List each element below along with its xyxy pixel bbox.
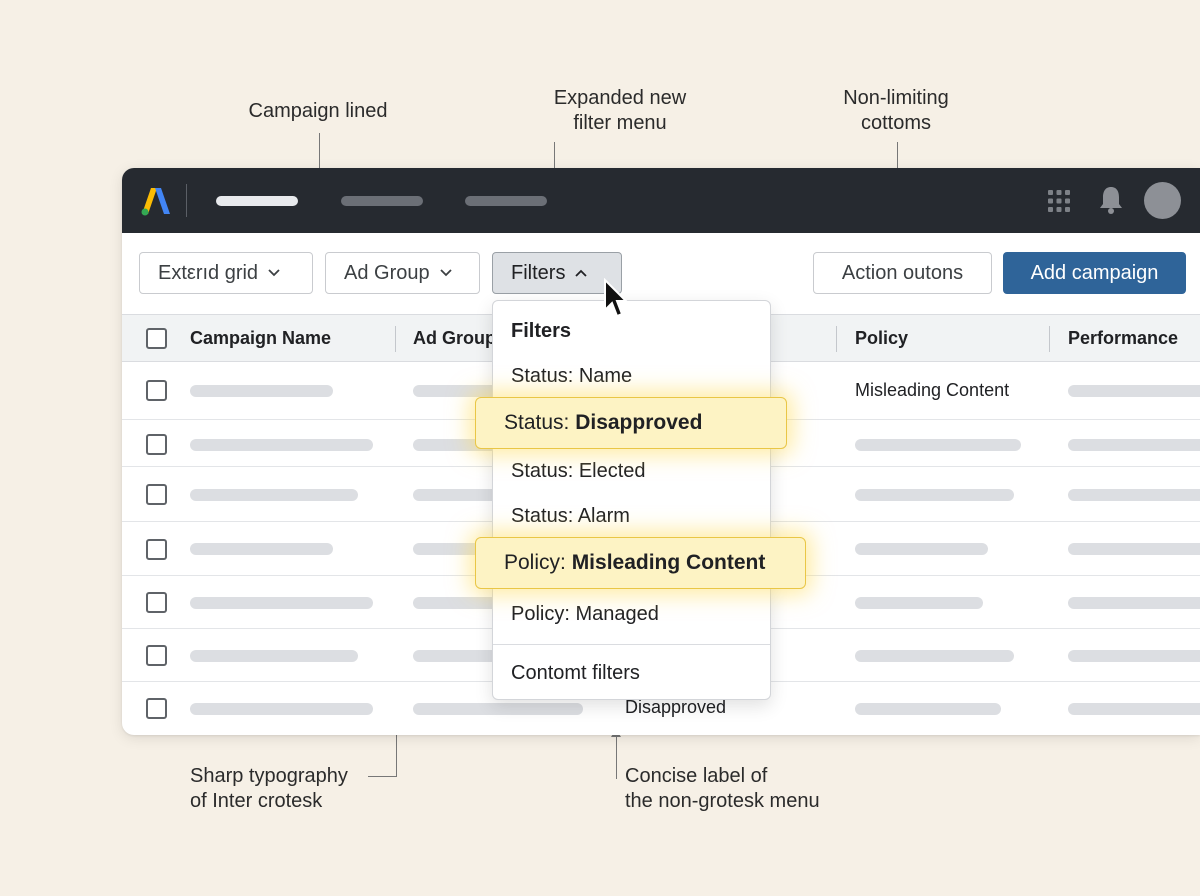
placeholder-text xyxy=(1068,597,1200,609)
topbar-divider xyxy=(186,184,187,217)
column-divider xyxy=(836,326,837,352)
column-divider xyxy=(1049,326,1050,352)
nav-item-active[interactable] xyxy=(216,196,298,206)
placeholder-text xyxy=(1068,489,1200,501)
placeholder-text xyxy=(855,489,1014,501)
annotation-concise-label: Concise label of the non-grotesk menu xyxy=(625,765,820,812)
placeholder-text xyxy=(413,385,503,397)
chevron-down-icon xyxy=(268,269,280,277)
row-checkbox[interactable] xyxy=(146,698,167,719)
placeholder-text xyxy=(190,597,373,609)
placeholder-text xyxy=(1068,439,1200,451)
column-header-policy[interactable]: Policy xyxy=(855,328,908,349)
filter-menu-title: Filters xyxy=(511,320,572,342)
apps-grid-icon[interactable] xyxy=(1047,189,1071,213)
filter-menu: Filters Status: Name Status: Elected Sta… xyxy=(492,300,771,700)
placeholder-text xyxy=(1068,385,1200,397)
placeholder-text xyxy=(190,650,358,662)
placeholder-text xyxy=(855,703,1001,715)
annotation-expanded-menu: Expanded new filter menu xyxy=(553,87,687,134)
placeholder-text xyxy=(190,703,373,715)
row-checkbox[interactable] xyxy=(146,592,167,613)
column-header-performance[interactable]: Performance xyxy=(1068,328,1178,349)
row-checkbox[interactable] xyxy=(146,539,167,560)
filter-option-policy-misleading-content[interactable]: Policy: Misleading Content xyxy=(475,537,806,589)
column-divider xyxy=(395,326,396,352)
filter-option-status-disapproved[interactable]: Status: Disapproved xyxy=(475,397,787,449)
action-options-button[interactable]: Action outons xyxy=(813,252,992,294)
top-bar xyxy=(122,168,1200,233)
annotation-line xyxy=(616,737,617,779)
annotation-line xyxy=(368,776,397,777)
placeholder-text xyxy=(190,439,373,451)
filter-option-policy-managed[interactable]: Policy: Managed xyxy=(511,603,659,626)
nav-item[interactable] xyxy=(465,196,547,206)
ads-logo-icon[interactable] xyxy=(139,184,173,216)
placeholder-text xyxy=(855,650,1014,662)
column-header-campaign-name[interactable]: Campaign Name xyxy=(190,328,331,349)
row-checkbox[interactable] xyxy=(146,434,167,455)
placeholder-text xyxy=(855,439,1021,451)
menu-divider xyxy=(493,644,770,645)
status-cell: Disapproved xyxy=(625,697,727,717)
row-checkbox[interactable] xyxy=(146,380,167,401)
placeholder-text xyxy=(413,650,503,662)
placeholder-text xyxy=(855,543,988,555)
add-campaign-button[interactable]: Add campaign xyxy=(1003,252,1186,294)
row-checkbox[interactable] xyxy=(146,484,167,505)
ad-group-dropdown[interactable]: Ad Group xyxy=(325,252,480,294)
filter-option-status-alarm[interactable]: Status: Alarm xyxy=(511,505,630,528)
filter-option-status-name[interactable]: Status: Name xyxy=(511,365,632,388)
placeholder-text xyxy=(190,543,333,555)
annotation-non-limiting: Non-limiting cottoms xyxy=(843,87,949,134)
policy-cell: Misleading Content xyxy=(855,380,1010,400)
filter-option-status-elected[interactable]: Status: Elected xyxy=(511,460,646,483)
bell-icon[interactable] xyxy=(1097,185,1125,215)
annotation-sharp-typography: Sharp typography of Inter crotesk xyxy=(190,765,348,812)
placeholder-text xyxy=(1068,650,1200,662)
mouse-pointer-icon xyxy=(604,278,629,318)
select-all-checkbox[interactable] xyxy=(146,328,167,349)
extend-grid-dropdown[interactable]: Extεrıd grid xyxy=(139,252,313,294)
placeholder-text xyxy=(190,385,333,397)
chevron-down-icon xyxy=(439,269,452,277)
chevron-up-icon xyxy=(575,269,588,277)
placeholder-text xyxy=(413,597,503,609)
column-header-ad-group[interactable]: Ad Group xyxy=(413,328,496,349)
nav-item[interactable] xyxy=(341,196,423,206)
placeholder-text xyxy=(1068,543,1200,555)
placeholder-text xyxy=(413,489,503,501)
row-checkbox[interactable] xyxy=(146,645,167,666)
annotation-campaign-lined: Campaign lined xyxy=(248,100,388,122)
placeholder-text xyxy=(190,489,358,501)
placeholder-text xyxy=(413,703,583,715)
placeholder-text xyxy=(855,597,983,609)
custom-filters-option[interactable]: Contomt filters xyxy=(511,662,640,685)
placeholder-text xyxy=(1068,703,1200,715)
avatar[interactable] xyxy=(1144,182,1181,219)
